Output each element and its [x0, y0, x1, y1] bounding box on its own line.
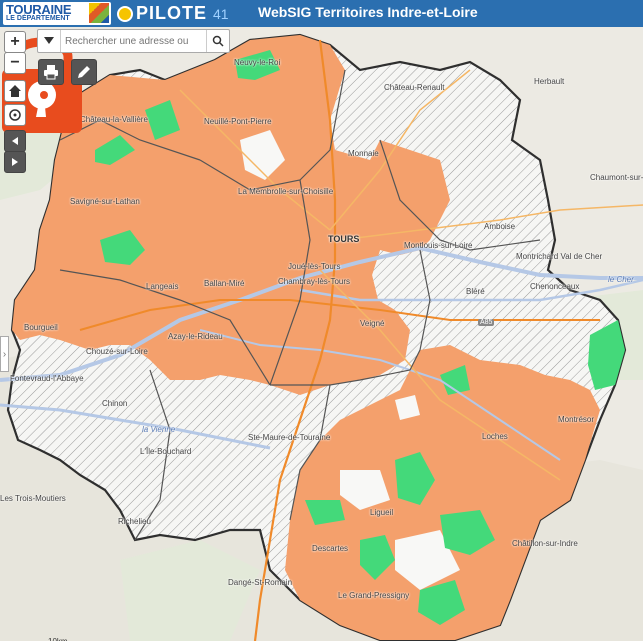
place-label: Châtillon-sur-Indre: [512, 539, 578, 548]
place-label: Montrésor: [558, 415, 595, 424]
place-label: Bourgueil: [24, 323, 58, 332]
place-label: Château-la-Vallière: [80, 115, 148, 124]
caret-down-icon: [44, 37, 54, 44]
road-shield: A85: [478, 319, 495, 326]
place-label: Chouzé-sur-Loire: [86, 347, 148, 356]
home-icon: [9, 85, 21, 97]
place-label: Dangé-St-Romain: [228, 578, 293, 587]
place-label: Ligueil: [370, 508, 394, 517]
place-label: Chambray-lès-Tours: [278, 277, 351, 286]
place-label: Chinon: [102, 399, 128, 408]
place-label: Ballan-Miré: [204, 279, 245, 288]
forward-button[interactable]: [4, 151, 26, 173]
scale-bar: 10km: [8, 637, 88, 641]
pilote-logo-text: PILOTE: [136, 3, 208, 23]
pencil-icon: [78, 66, 90, 78]
place-label: Bléré: [466, 287, 485, 296]
place-label: Ste-Maure-de-Touraine: [248, 433, 331, 442]
place-label: Monnaie: [348, 149, 379, 158]
search-bar: [37, 29, 230, 53]
place-label: La Membrolle-sur-Choisille: [238, 187, 334, 196]
print-icon: [44, 65, 58, 80]
touraine-logo-mark: [89, 3, 109, 23]
place-label: Chenonceaux: [530, 282, 580, 291]
place-label: Montrichard Val de Cher: [516, 252, 603, 261]
place-label: Azay-le-Rideau: [168, 332, 223, 341]
search-button[interactable]: [206, 30, 229, 52]
locate-icon: [9, 109, 21, 121]
arrow-left-icon: [12, 137, 18, 145]
place-label: Langeais: [146, 282, 179, 291]
river-label: la Vienne: [142, 425, 176, 434]
place-label: Château-Renault: [384, 83, 445, 92]
header-bar: TOURAINE LE DÉPARTEMENT PILOTE 41 WebSIG…: [0, 0, 643, 27]
side-panel-toggle[interactable]: ›: [0, 336, 9, 372]
place-label: TOURS: [328, 234, 360, 244]
place-label: Fontevraud-l'Abbaye: [10, 374, 84, 383]
search-icon: [212, 35, 224, 47]
pilote-logo-icon: [117, 5, 133, 22]
place-label: Veigné: [360, 319, 385, 328]
pilote-logo[interactable]: PILOTE 41: [117, 2, 229, 25]
place-label: Neuvy-le-Roi: [234, 58, 281, 67]
place-label: Neuillé-Pont-Pierre: [204, 117, 272, 126]
place-label: Richelieu: [118, 517, 151, 526]
draw-button[interactable]: [71, 59, 97, 85]
arrow-right-icon: [12, 158, 18, 166]
place-label: Amboise: [484, 222, 516, 231]
place-label: Montlouis-sur-Loire: [404, 241, 473, 250]
place-label: Le Grand-Pressigny: [338, 591, 410, 600]
zoom-in-button[interactable]: +: [4, 31, 26, 53]
river-label: le Cher: [608, 275, 634, 284]
place-label: Les Trois-Moutiers: [0, 494, 66, 503]
touraine-logo-line2: LE DÉPARTEMENT: [6, 15, 70, 22]
app-title: WebSIG Territoires Indre-et-Loire: [258, 4, 478, 20]
pilote-logo-number: 41: [213, 5, 229, 22]
place-label: Savigné-sur-Lathan: [70, 197, 140, 206]
place-label: Herbault: [534, 77, 565, 86]
touraine-logo[interactable]: TOURAINE LE DÉPARTEMENT: [3, 2, 111, 25]
place-label: Chaumont-sur-Loire: [590, 173, 643, 182]
zoom-out-button[interactable]: −: [4, 52, 26, 74]
home-button[interactable]: [4, 80, 26, 102]
print-button[interactable]: [38, 59, 64, 85]
place-label: L'Île-Bouchard: [140, 447, 192, 456]
scale-label: 10km: [48, 637, 68, 641]
back-button[interactable]: [4, 130, 26, 152]
map-canvas[interactable]: Neuvy-le-Roi Château-Renault Herbault Ch…: [0, 27, 643, 641]
search-input[interactable]: [61, 30, 206, 52]
search-dropdown[interactable]: [38, 30, 61, 52]
place-label: Loches: [482, 432, 508, 441]
place-label: Joué-lès-Tours: [288, 262, 341, 271]
locate-button[interactable]: [4, 104, 26, 126]
place-label: Descartes: [312, 544, 349, 553]
